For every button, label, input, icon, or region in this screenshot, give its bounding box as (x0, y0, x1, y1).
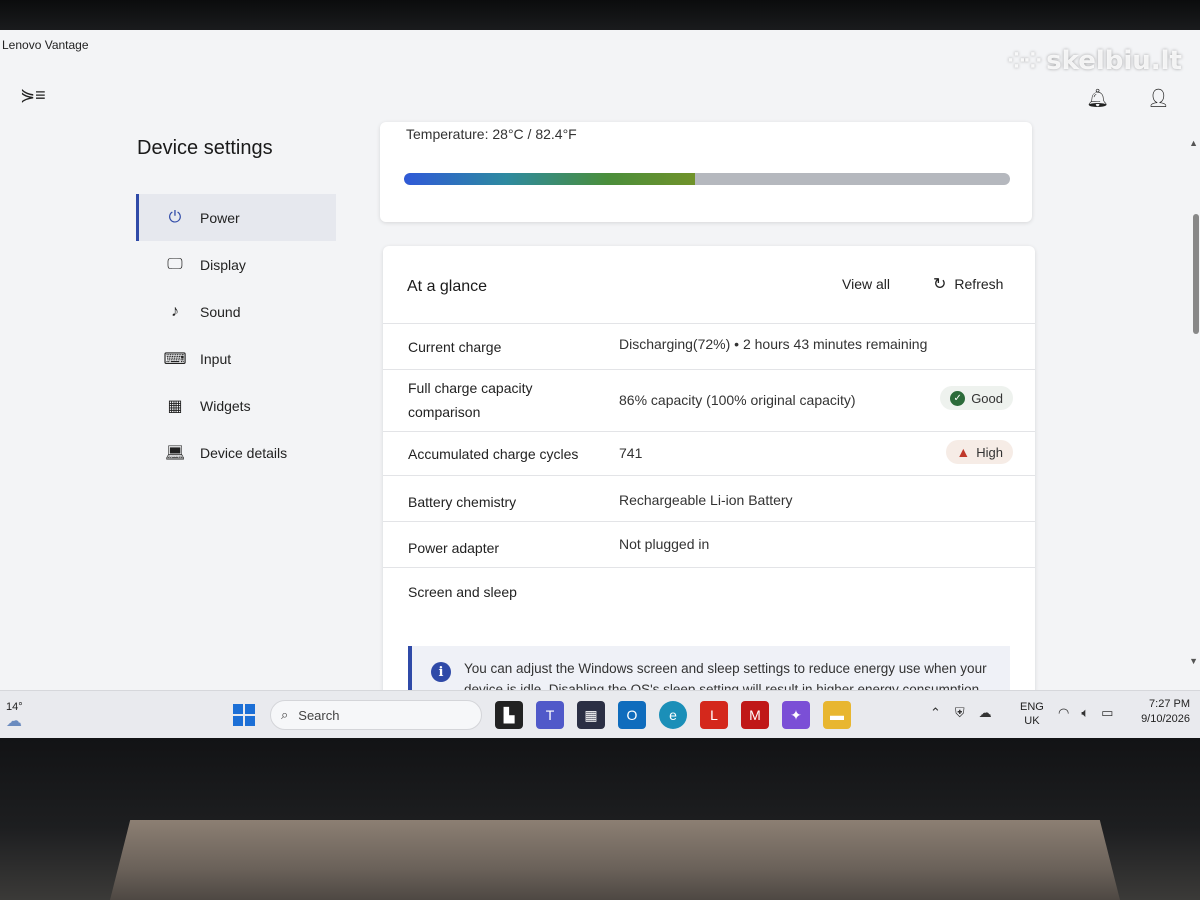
sidebar-item-label: Device details (200, 444, 288, 461)
security-icon[interactable]: ⛨ (955, 705, 965, 721)
system-icons[interactable]: ◠ 🔈︎ ▭ (1058, 705, 1113, 721)
section-screen-and-sleep: Screen and sleep (383, 568, 1035, 608)
at-a-glance-header: At a glance View all ↻ Refresh (383, 246, 1035, 324)
monitor-icon: 🖵 (167, 255, 183, 273)
taskbar: 14° ☁ ⌕ Search ▙ T ▦ O e L M ✦ ▬ ⌃ ⛨ ☁ E… (0, 690, 1200, 742)
screen: Lenovo Vantage ⋟≡ 🔔︎ 👤︎ Device settings … (0, 30, 1200, 742)
pinned-apps: ▙ T ▦ O e L M ✦ ▬ (495, 701, 851, 729)
start-button[interactable] (233, 704, 255, 726)
sidebar-item-display[interactable]: 🖵 Display (136, 241, 336, 288)
sidebar-item-device-details[interactable]: 💻︎ Device details (136, 429, 336, 476)
watermark-dots-icon: ⁘⁘ (1007, 48, 1042, 74)
row-label: Full charge capacity comparison (408, 380, 533, 420)
row-current-charge: Current charge Discharging(72%) • 2 hour… (383, 324, 1035, 370)
folder-icon[interactable]: ▬ (823, 701, 851, 729)
teams-icon[interactable]: T (536, 701, 564, 729)
laptop-icon: 💻︎ (164, 444, 186, 462)
plug-icon: ⏻ (168, 208, 182, 226)
language-code: ENG (1020, 701, 1044, 713)
weather-widget[interactable]: 14° ☁ (6, 701, 23, 731)
sidebar-item-label: Sound (200, 303, 241, 320)
system-tray: ⌃ ⛨ ☁ (930, 705, 992, 721)
store-icon[interactable]: ▦ (577, 701, 605, 729)
copilot-icon[interactable]: ✦ (782, 701, 810, 729)
sidebar-item-widgets[interactable]: ▦ Widgets (136, 382, 336, 429)
badge-label: Good (971, 390, 1003, 406)
temperature-bar-fill (404, 173, 695, 185)
watermark-text: skelbiu.lt (1046, 46, 1182, 76)
bell-icon[interactable]: 🔔︎ (1086, 88, 1109, 109)
row-value: 86% capacity (100% original capacity) (619, 392, 856, 408)
row-value: Not plugged in (619, 536, 710, 552)
section-title: Screen and sleep (408, 584, 517, 600)
refresh-icon: ↻ (933, 276, 947, 293)
refresh-button[interactable]: ↻ Refresh (933, 274, 1003, 294)
row-charge-cycles: Accumulated charge cycles 741 ▲ High (383, 432, 1035, 476)
lenovo-vantage-icon[interactable]: L (700, 701, 728, 729)
row-power-adapter: Power adapter Not plugged in (383, 522, 1035, 568)
sidebar-item-label: Widgets (200, 397, 251, 414)
watermark: ⁘⁘ skelbiu.lt (1007, 46, 1182, 76)
wifi-icon: ◠ (1058, 705, 1070, 720)
row-label: Current charge (408, 339, 502, 355)
battery-icon: ▭ (1101, 705, 1114, 720)
refresh-label: Refresh (954, 276, 1004, 292)
sidebar-item-sound[interactable]: ♪ Sound (136, 288, 336, 335)
chevron-up-icon[interactable]: ⌃ (930, 705, 941, 721)
at-a-glance-title: At a glance (407, 278, 488, 295)
header-actions: 🔔︎ 👤︎ (1086, 88, 1170, 109)
menu-toggle-icon[interactable]: ⋟≡ (20, 86, 46, 104)
status-badge-good: ✓ Good (940, 386, 1013, 410)
clock[interactable]: 7:27 PM 9/10/2026 (1128, 697, 1190, 727)
edge-icon[interactable]: e (659, 701, 687, 729)
cloud-icon: ☁ (6, 713, 22, 730)
search-icon: ⌕ (281, 707, 289, 722)
onedrive-icon[interactable]: ☁ (979, 705, 992, 721)
row-value: 741 (619, 445, 643, 461)
laptop-bezel-top (0, 0, 1200, 34)
file-explorer-dark-icon[interactable]: ▙ (495, 701, 523, 729)
row-label: Battery chemistry (408, 494, 517, 510)
widgets-icon: ▦ (167, 397, 183, 415)
taskbar-search[interactable]: ⌕ Search (270, 700, 482, 730)
status-badge-high: ▲ High (946, 440, 1013, 464)
scroll-up-arrow[interactable]: ▲ (1189, 138, 1198, 148)
temperature-label: Temperature: 28°C / 82.4°F (406, 126, 577, 142)
badge-label: High (976, 444, 1003, 460)
row-label: Power adapter (408, 540, 500, 556)
scroll-down-arrow[interactable]: ▼ (1189, 656, 1198, 666)
music-note-icon: ♪ (171, 302, 179, 320)
at-a-glance-card: At a glance View all ↻ Refresh Current c… (383, 246, 1035, 742)
row-value: Rechargeable Li-ion Battery (619, 492, 793, 508)
sidebar-item-label: Input (200, 350, 232, 367)
clock-time: 7:27 PM (1149, 698, 1190, 710)
keyboard-icon: ⌨ (163, 350, 187, 368)
row-label: Accumulated charge cycles (408, 446, 579, 462)
sidebar-item-label: Display (200, 256, 246, 273)
check-icon: ✓ (950, 390, 966, 406)
language-indicator[interactable]: ENG UK (1020, 700, 1044, 728)
row-full-charge-capacity: Full charge capacity comparison 86% capa… (383, 370, 1035, 432)
temperature-bar (404, 173, 1010, 185)
page-title: Device settings (137, 137, 273, 159)
row-battery-chemistry: Battery chemistry Rechargeable Li-ion Ba… (383, 476, 1035, 522)
row-value: Discharging(72%) • 2 hours 43 minutes re… (619, 336, 928, 352)
scrollbar-thumb[interactable] (1193, 214, 1199, 334)
outlook-icon[interactable]: O (618, 701, 646, 729)
sidebar-nav: ⏻ Power 🖵 Display ♪ Sound ⌨ Input ▦ Widg… (136, 194, 336, 476)
volume-muted-icon: 🔈︎ (1081, 705, 1090, 720)
keyboard-layout: UK (1024, 715, 1040, 727)
user-icon[interactable]: 👤︎ (1147, 88, 1170, 109)
sidebar-item-label: Power (200, 209, 240, 226)
laptop-hinge (110, 820, 1120, 900)
sidebar-item-input[interactable]: ⌨ Input (136, 335, 336, 382)
temperature-card: Temperature: 28°C / 82.4°F (380, 122, 1032, 222)
warning-icon: ▲ (956, 444, 971, 460)
sidebar-item-power[interactable]: ⏻ Power (136, 194, 336, 241)
clock-date: 9/10/2026 (1141, 713, 1190, 725)
mcafee-icon[interactable]: M (741, 701, 769, 729)
view-all-link[interactable]: View all (842, 276, 890, 292)
search-placeholder: Search (298, 707, 340, 723)
info-icon: i (431, 662, 451, 682)
